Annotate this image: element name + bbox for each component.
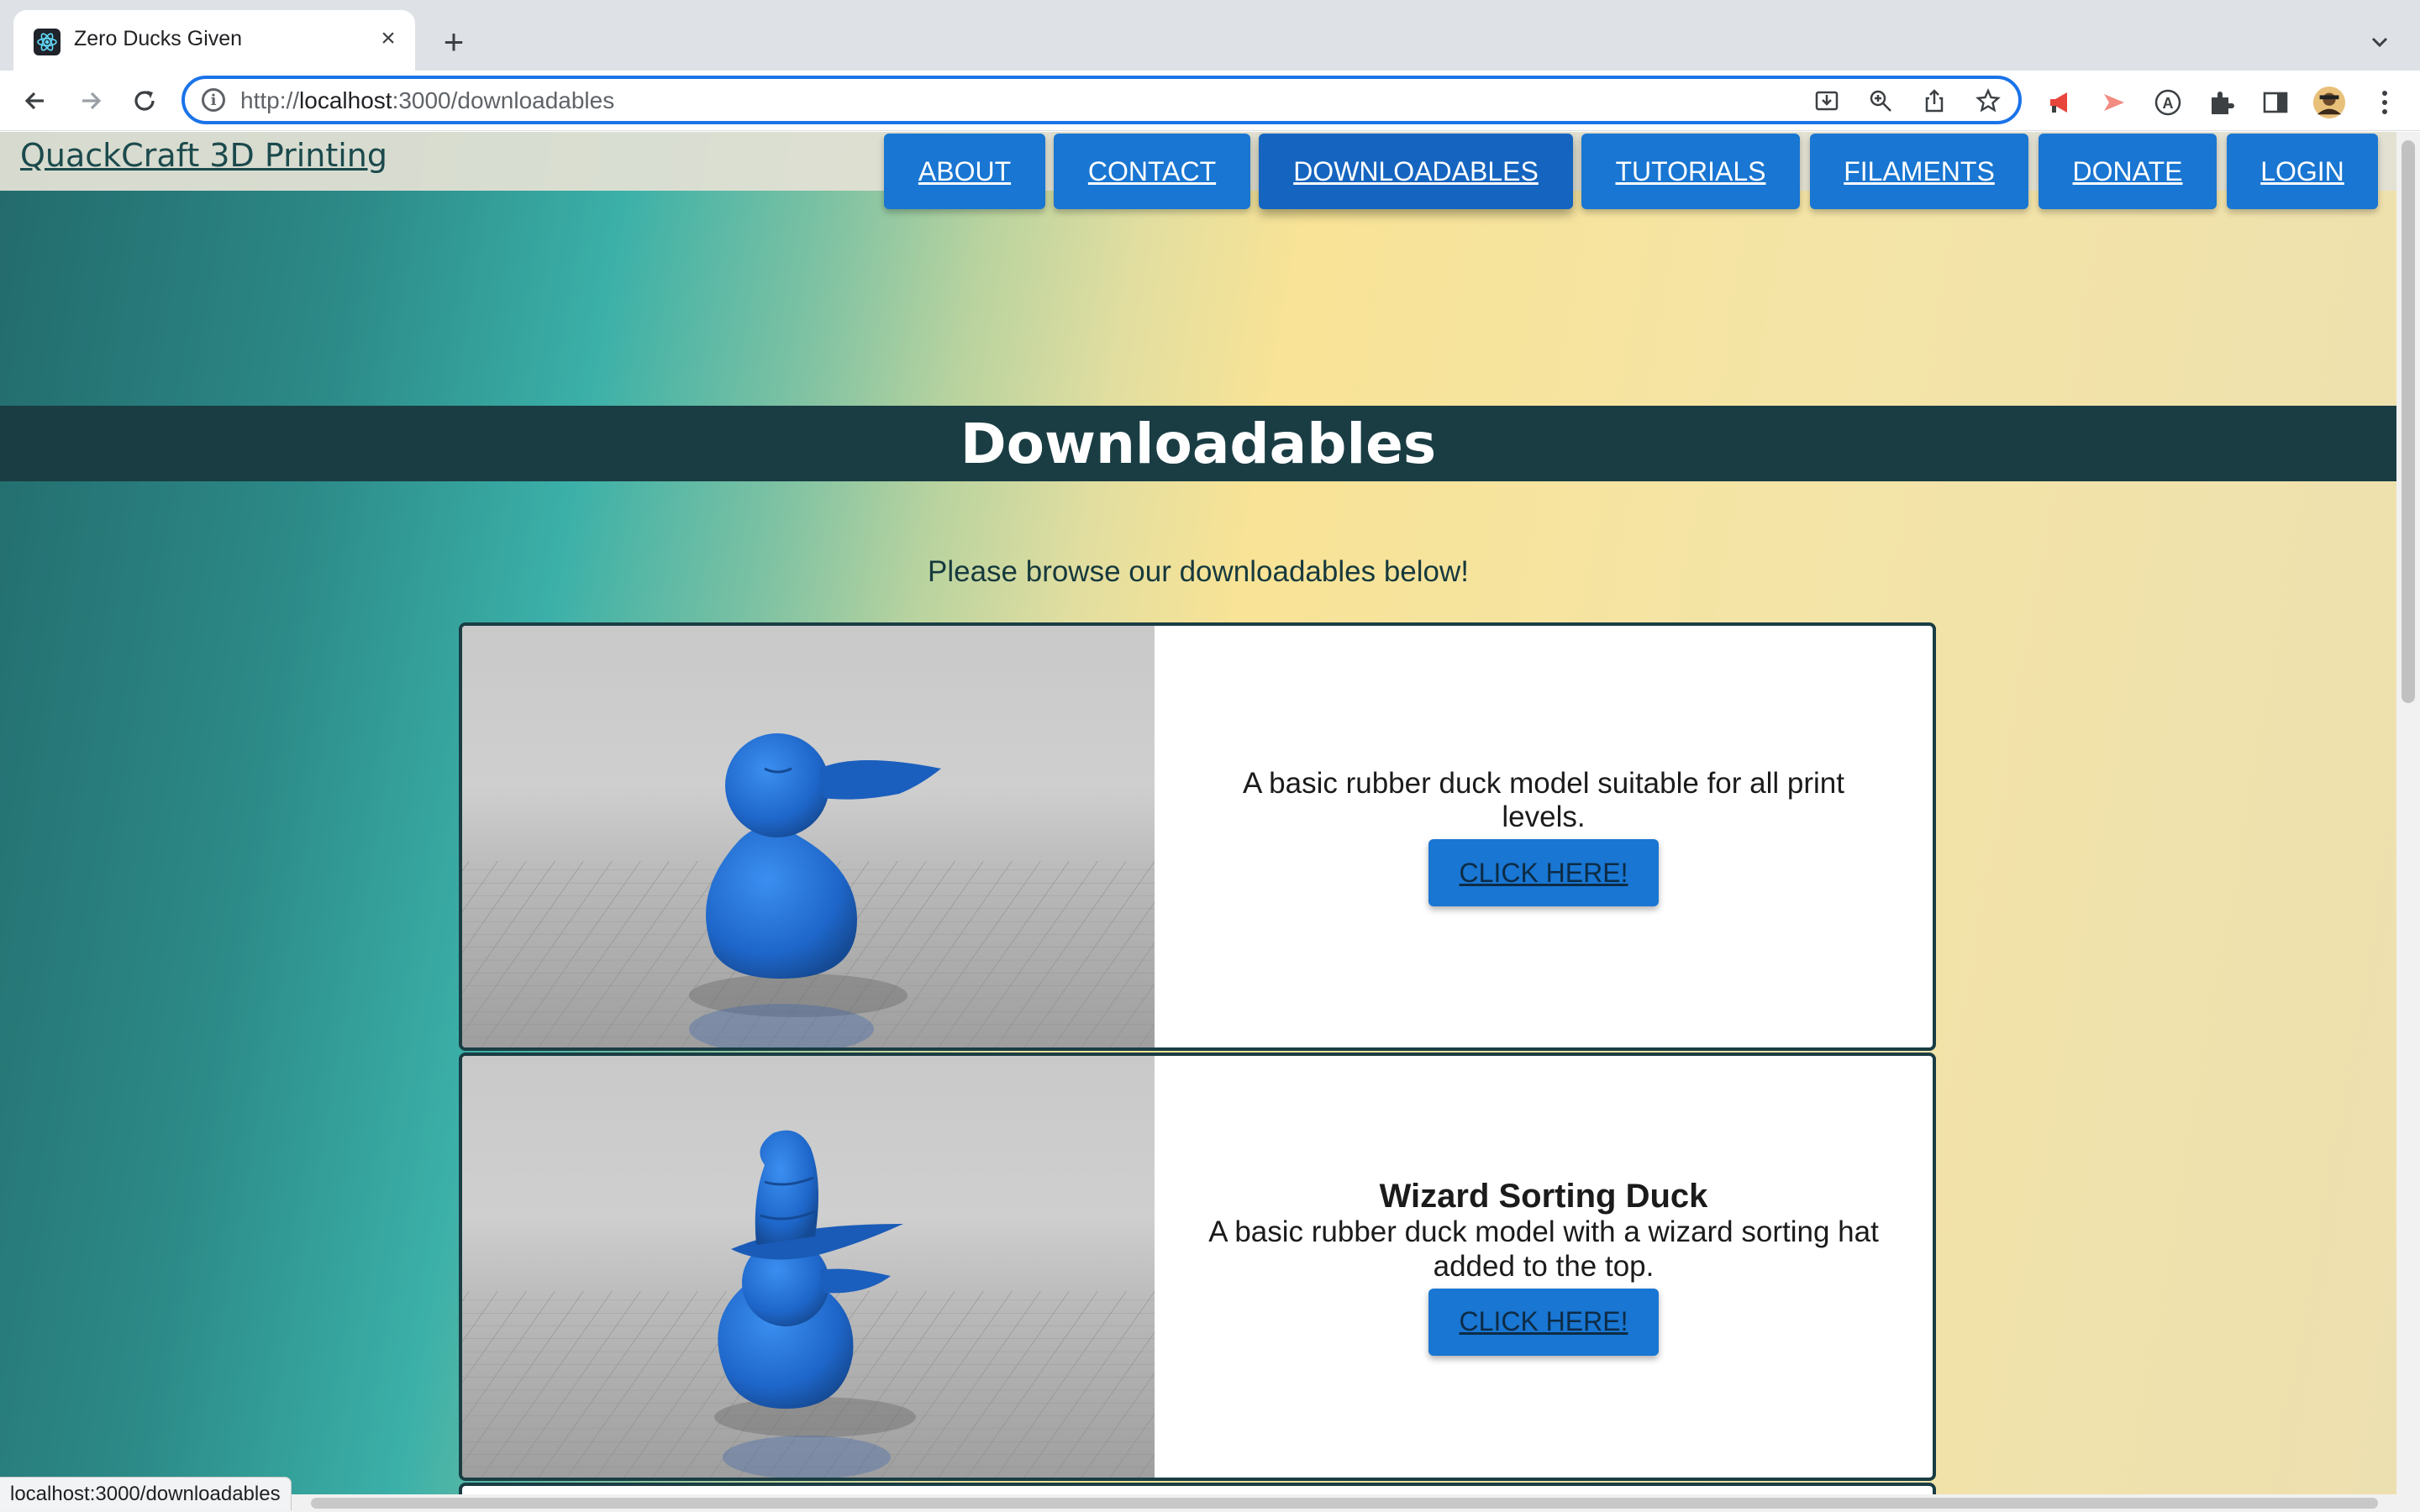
download-button[interactable]: CLICK HERE! [1428, 1288, 1659, 1356]
profile-avatar[interactable] [2312, 86, 2346, 119]
svg-text:A: A [2163, 95, 2174, 112]
tab-title: Zero Ducks Given [74, 27, 243, 50]
card-description: A basic rubber duck model suitable for a… [1243, 766, 1844, 833]
close-tab-icon[interactable]: × [371, 22, 405, 55]
install-app-icon[interactable] [1813, 87, 1840, 114]
status-bar-url: localhost:3000/downloadables [0, 1477, 292, 1510]
download-button[interactable]: CLICK HERE! [1428, 839, 1659, 907]
card-body: A basic rubber duck model suitable for a… [1155, 626, 1933, 1047]
card-description: A basic rubber duck model with a wizard … [1208, 1215, 1879, 1283]
new-tab-icon[interactable]: + [434, 22, 474, 62]
nav-downloadables[interactable]: DOWNLOADABLES [1259, 134, 1573, 209]
nav-donate[interactable]: DONATE [2039, 134, 2217, 209]
nav-contact[interactable]: CONTACT [1054, 134, 1250, 209]
card-title: Wizard Sorting Duck [1379, 1178, 1708, 1215]
share-icon[interactable] [1921, 87, 1948, 114]
downloadable-card: A basic rubber duck model suitable for a… [459, 622, 1936, 1051]
wizard-duck-image [462, 1056, 1155, 1478]
nav-tutorials[interactable]: TUTORIALS [1581, 134, 1800, 209]
megaphone-extension-icon[interactable] [2044, 86, 2077, 119]
brand-link[interactable]: QuackCraft 3D Printing [20, 137, 387, 174]
browser-tab[interactable]: Zero Ducks Given × [13, 10, 415, 71]
zoom-icon[interactable] [1867, 87, 1894, 114]
page-viewport: QuackCraft 3D Printing ABOUT CONTACT DOW… [0, 132, 2396, 1494]
downloadable-card: Wizard Sorting Duck A basic rubber duck … [459, 1053, 1936, 1481]
react-favicon-icon [34, 29, 60, 55]
nav-about[interactable]: ABOUT [884, 134, 1045, 209]
forward-arrow-icon[interactable] [72, 82, 109, 119]
card-body: Wizard Sorting Duck A basic rubber duck … [1155, 1056, 1933, 1478]
browser-tab-strip: Zero Ducks Given × + [0, 0, 2420, 71]
downloadable-card [459, 1483, 1936, 1494]
scrollbar-thumb[interactable] [311, 1498, 2378, 1509]
menu-dots-icon[interactable] [2368, 86, 2402, 119]
address-bar[interactable]: i http://localhost:3000/downloadables [182, 76, 2022, 124]
bookmark-star-icon[interactable] [1975, 87, 2002, 114]
arrow-extension-icon[interactable] [2097, 86, 2131, 119]
extensions-puzzle-icon[interactable] [2205, 86, 2238, 119]
translate-extension-icon[interactable]: A [2151, 86, 2185, 119]
horizontal-scrollbar[interactable] [0, 1494, 2420, 1512]
page-title: Downloadables [960, 411, 1437, 476]
nav-filaments[interactable]: FILAMENTS [1810, 134, 2028, 209]
reload-icon[interactable] [126, 82, 163, 119]
nav-login[interactable]: LOGIN [2227, 134, 2378, 209]
scrollbar-thumb[interactable] [2402, 140, 2415, 703]
page-title-banner: Downloadables [0, 406, 2396, 481]
rubber-duck-image [462, 626, 1155, 1047]
browser-toolbar: i http://localhost:3000/downloadables A [0, 71, 2420, 131]
vertical-scrollbar[interactable] [2396, 132, 2420, 1494]
side-panel-icon[interactable] [2259, 86, 2292, 119]
chevron-down-icon[interactable] [2363, 25, 2396, 59]
site-info-icon[interactable]: i [202, 88, 225, 112]
url-text[interactable]: http://localhost:3000/downloadables [240, 87, 614, 114]
back-arrow-icon[interactable] [17, 82, 54, 119]
intro-text: Please browse our downloadables below! [927, 555, 1469, 588]
